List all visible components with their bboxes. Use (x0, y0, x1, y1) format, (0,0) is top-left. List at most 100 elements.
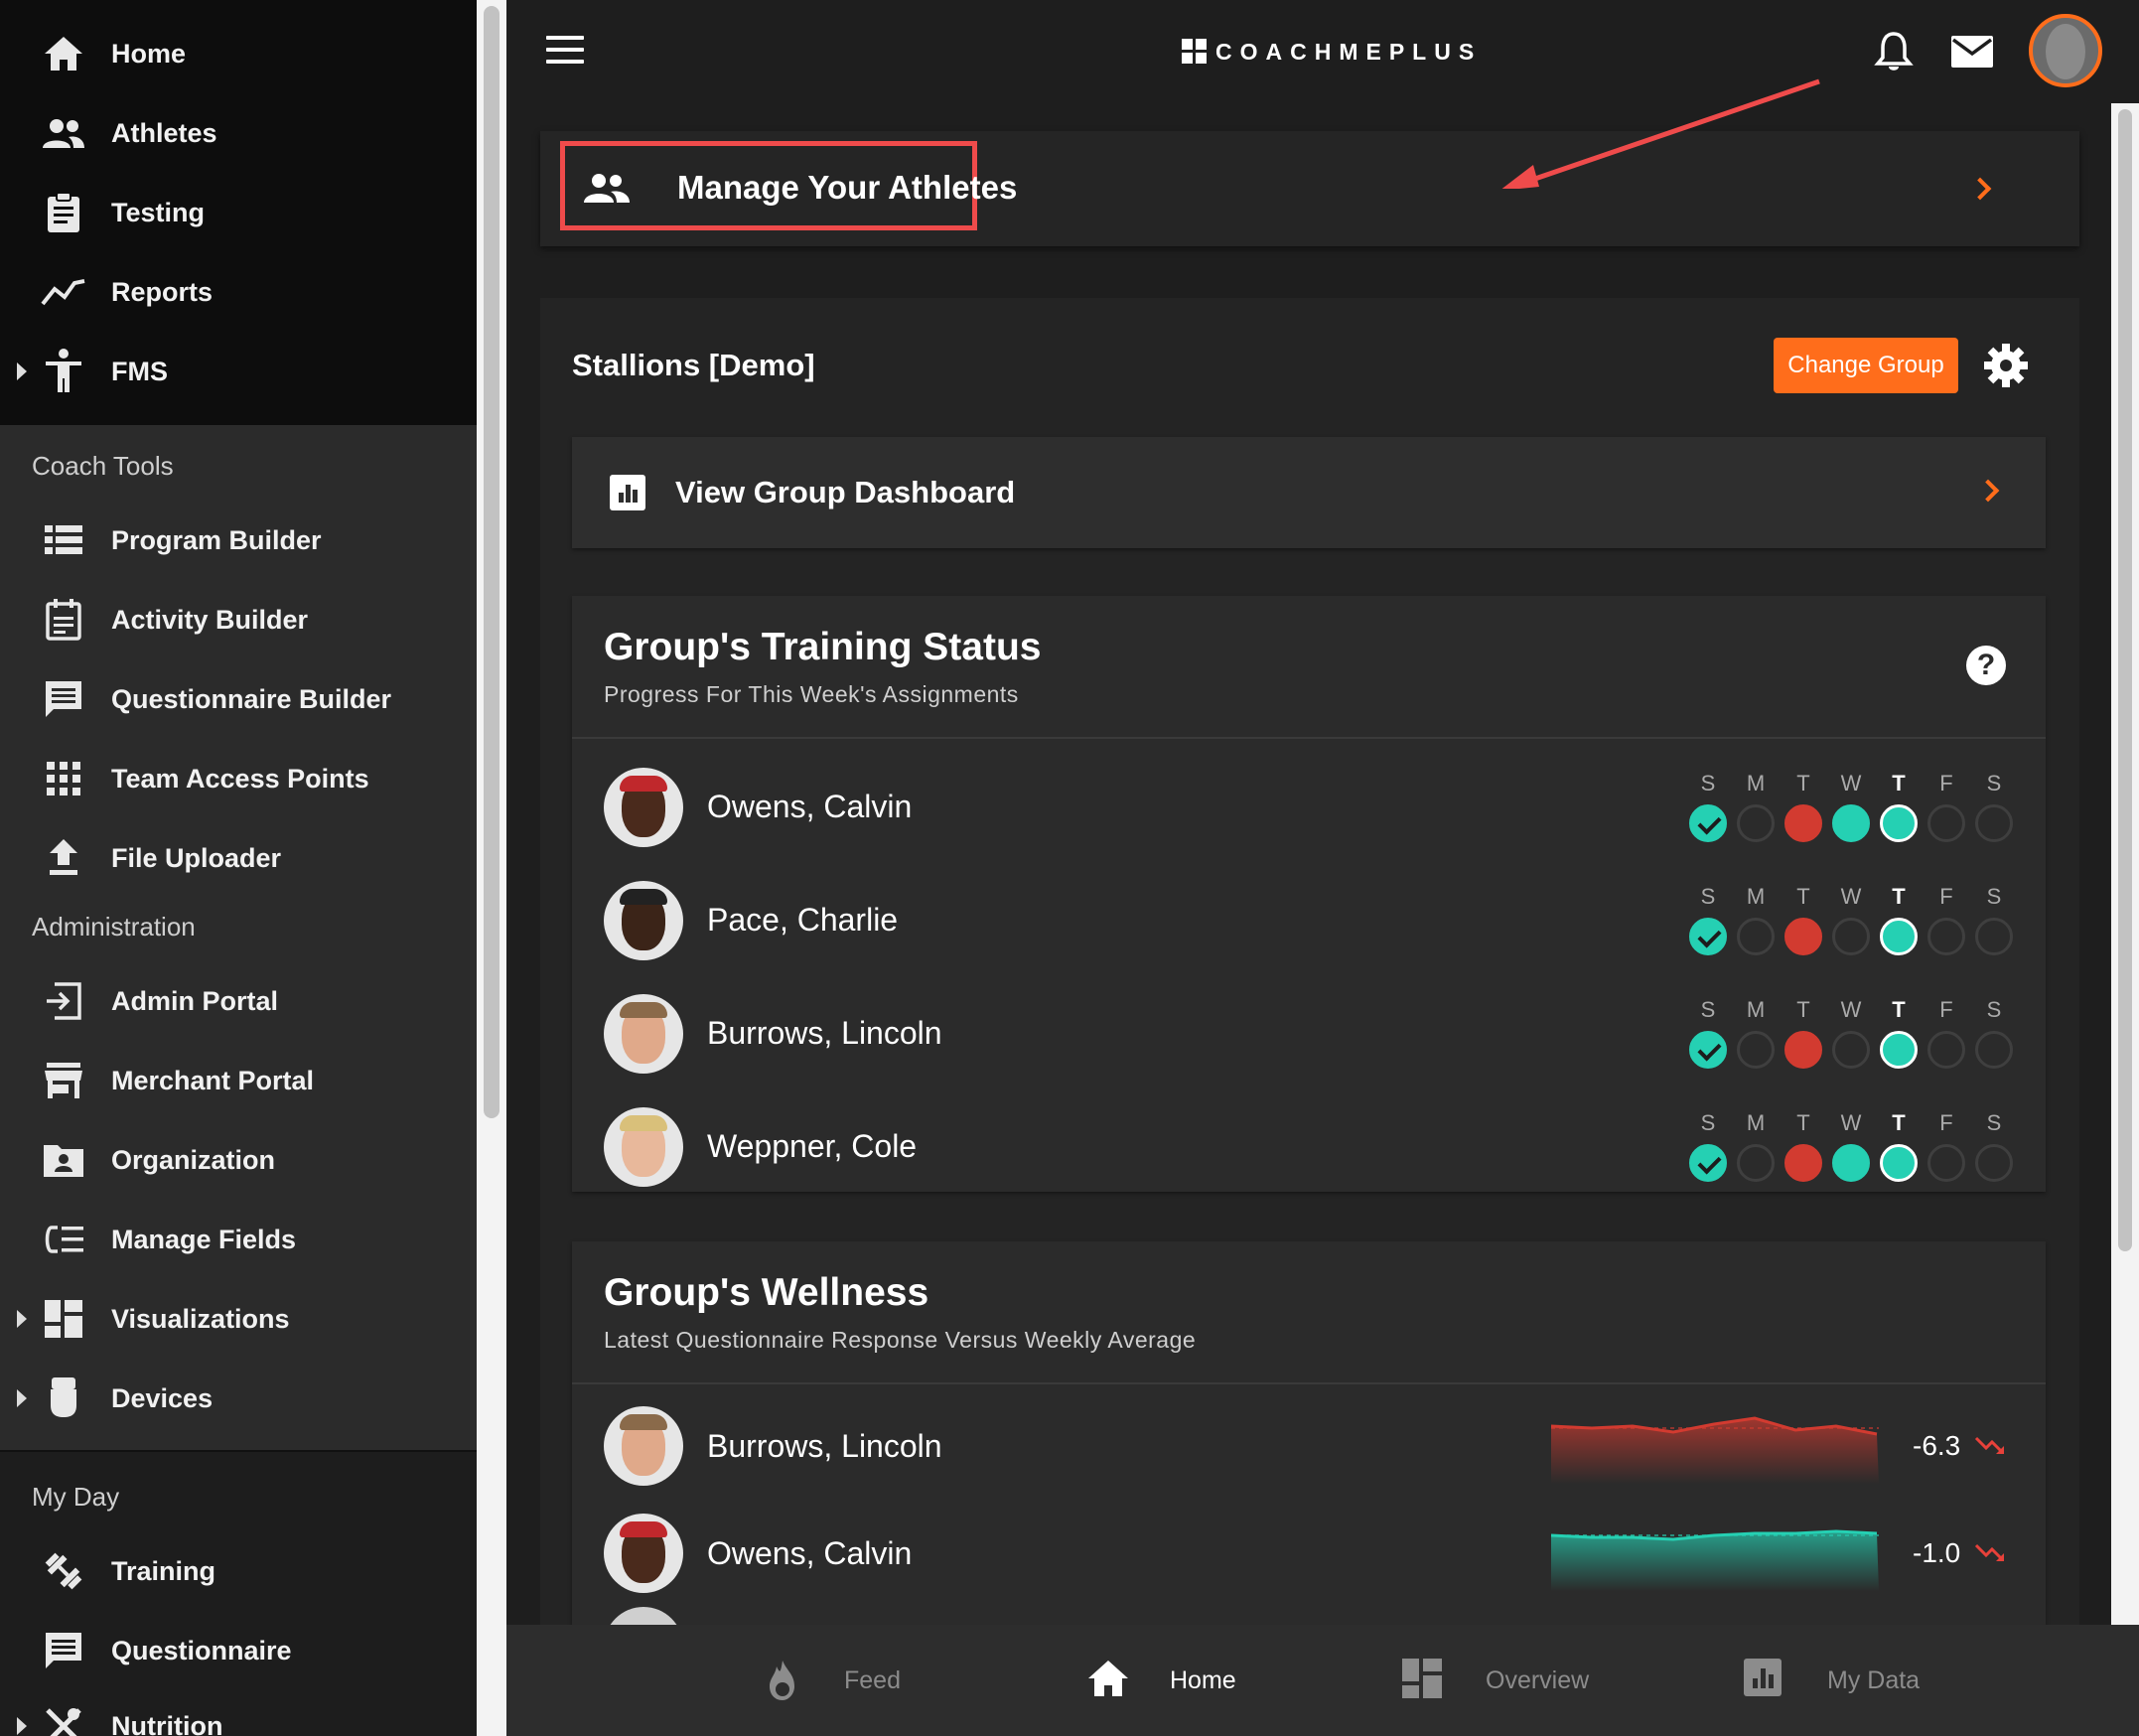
day-letter: F (1939, 771, 1953, 796)
bar-chart-icon (610, 475, 645, 510)
day-letter: S (1986, 771, 2002, 796)
calendar-note-icon (40, 596, 87, 644)
upload-icon (40, 834, 87, 882)
sidebar-item-label: Nutrition (111, 1710, 223, 1736)
day-status-dot (1975, 918, 2013, 955)
day-status-dot (1832, 918, 1870, 955)
sidebar-item-visualizations[interactable]: Visualizations (0, 1279, 477, 1359)
device-icon (40, 1374, 87, 1422)
sidebar-item-program-builder[interactable]: Program Builder (0, 501, 477, 580)
day-status-dot (1689, 804, 1727, 842)
divider (572, 1382, 2046, 1384)
training-athlete-row[interactable]: Weppner, Cole S M T W T F S (572, 1090, 2046, 1204)
day-status-dot (1927, 1144, 1965, 1182)
wellness-sparkline (1551, 1529, 1879, 1591)
day-status-dot (1880, 1031, 1918, 1069)
expand-caret-icon[interactable] (17, 1717, 27, 1735)
athlete-name: Burrows, Lincoln (707, 1015, 942, 1051)
bottom-nav-feed[interactable]: Feed (761, 1657, 901, 1704)
sidebar-item-activity-builder[interactable]: Activity Builder (0, 580, 477, 659)
day-letter: S (1700, 1110, 1716, 1135)
chevron-right-icon (1976, 479, 2000, 503)
change-group-button[interactable]: Change Group (1774, 338, 1958, 393)
week-progress: SMTWTFS (1688, 997, 2022, 1077)
notifications-bell-icon[interactable] (1872, 30, 1916, 73)
day-status-dot (1689, 1144, 1727, 1182)
sidebar-item-questionnaire-builder[interactable]: Questionnaire Builder (0, 659, 477, 739)
bar-chart-icon (1744, 1659, 1787, 1702)
day-status-dot (1784, 1144, 1822, 1182)
divider (572, 737, 2046, 739)
mail-icon[interactable] (1949, 32, 1995, 72)
bottom-nav-label: Feed (844, 1665, 901, 1694)
home-icon (40, 30, 87, 77)
bottom-nav-overview[interactable]: Overview (1402, 1657, 1589, 1704)
sidebar-item-label: Activity Builder (111, 604, 309, 635)
sidebar-item-reports[interactable]: Reports (0, 252, 477, 332)
sidebar-item-team-access-points[interactable]: Team Access Points (0, 739, 477, 818)
store-icon (40, 1057, 87, 1104)
sidebar-item-label: Testing (111, 197, 205, 227)
training-status-panel: Group's Training Status Progress For Thi… (572, 596, 2046, 1192)
manage-athletes-label: Manage Your Athletes (677, 169, 1018, 206)
view-group-dashboard-label: View Group Dashboard (675, 475, 1016, 509)
day-letter: F (1939, 1110, 1953, 1135)
sidebar-item-label: Questionnaire (111, 1635, 292, 1665)
day-status-dot (1737, 1031, 1775, 1069)
athlete-name: Pace, Charlie (707, 902, 899, 938)
logo-text: COACHMEPLUS (1215, 38, 1483, 65)
sidebar-item-label: File Uploader (111, 842, 282, 873)
day-status-dot (1784, 1031, 1822, 1069)
training-athlete-row[interactable]: Owens, Calvin S M T W T F S (572, 751, 2046, 864)
sidebar-item-manage-fields[interactable]: Manage Fields (0, 1200, 477, 1279)
bottom-nav-my-data[interactable]: My Data (1744, 1657, 1920, 1704)
training-athlete-row[interactable]: Burrows, Lincoln S M T W T F S (572, 977, 2046, 1090)
sidebar-item-merchant-portal[interactable]: Merchant Portal (0, 1041, 477, 1120)
expand-caret-icon[interactable] (17, 1389, 27, 1407)
help-icon[interactable]: ? (1966, 646, 2006, 685)
sidebar-scrollbar-thumb[interactable] (484, 6, 499, 1118)
sidebar-item-fms[interactable]: FMS (0, 332, 477, 411)
day-status-dot (1737, 918, 1775, 955)
sidebar-item-questionnaire[interactable]: Questionnaire (0, 1611, 477, 1690)
day-letter: M (1746, 1110, 1766, 1135)
day-letter: S (1700, 997, 1716, 1022)
day-letter: S (1986, 997, 2002, 1022)
sidebar-item-devices[interactable]: Devices (0, 1359, 477, 1438)
sidebar-item-label: Manage Fields (111, 1224, 297, 1254)
day-letter: S (1700, 771, 1716, 796)
wellness-athlete-row[interactable]: Owens, Calvin -1.0 (572, 1500, 2046, 1607)
week-progress: SMTWTFS (1688, 1110, 2022, 1190)
day-letter: T (1796, 884, 1810, 909)
sidebar-item-testing[interactable]: Testing (0, 173, 477, 252)
sidebar-item-home[interactable]: Home (0, 14, 477, 93)
gear-icon[interactable] (1982, 342, 2030, 389)
day-letter: T (1796, 771, 1810, 796)
main-scrollbar-thumb[interactable] (2118, 109, 2132, 1251)
training-status-subtitle: Progress For This Week's Assignments (604, 681, 1019, 707)
trend-down-icon (1974, 1436, 2004, 1454)
day-status-dot (1880, 804, 1918, 842)
sidebar-item-athletes[interactable]: Athletes (0, 93, 477, 173)
sidebar-item-training[interactable]: Training (0, 1531, 477, 1611)
chat-box-icon (40, 1627, 87, 1674)
people-icon (584, 173, 630, 205)
expand-caret-icon[interactable] (17, 362, 27, 380)
hamburger-menu-icon[interactable] (546, 36, 584, 68)
user-avatar[interactable] (2029, 14, 2102, 87)
training-status-title: Group's Training Status (604, 626, 1042, 668)
expand-caret-icon[interactable] (17, 1310, 27, 1328)
bottom-nav-home[interactable]: Home (1086, 1657, 1236, 1704)
sidebar: Home Athletes Testing Reports FMS Coach … (0, 0, 477, 1736)
sidebar-item-label: Training (111, 1555, 216, 1586)
sidebar-item-nutrition[interactable]: Nutrition (0, 1686, 477, 1736)
sidebar-item-file-uploader[interactable]: File Uploader (0, 818, 477, 898)
day-status-dot (1832, 1031, 1870, 1069)
sidebar-item-admin-portal[interactable]: Admin Portal (0, 961, 477, 1041)
bottom-nav-label: My Data (1827, 1665, 1921, 1694)
view-group-dashboard-card[interactable]: View Group Dashboard (572, 437, 2046, 548)
athlete-name: Burrows, Lincoln (707, 1428, 942, 1464)
wellness-athlete-row[interactable]: Burrows, Lincoln -6.3 (572, 1392, 2046, 1500)
training-athlete-row[interactable]: Pace, Charlie S M T W T F S (572, 864, 2046, 977)
sidebar-item-organization[interactable]: Organization (0, 1120, 477, 1200)
